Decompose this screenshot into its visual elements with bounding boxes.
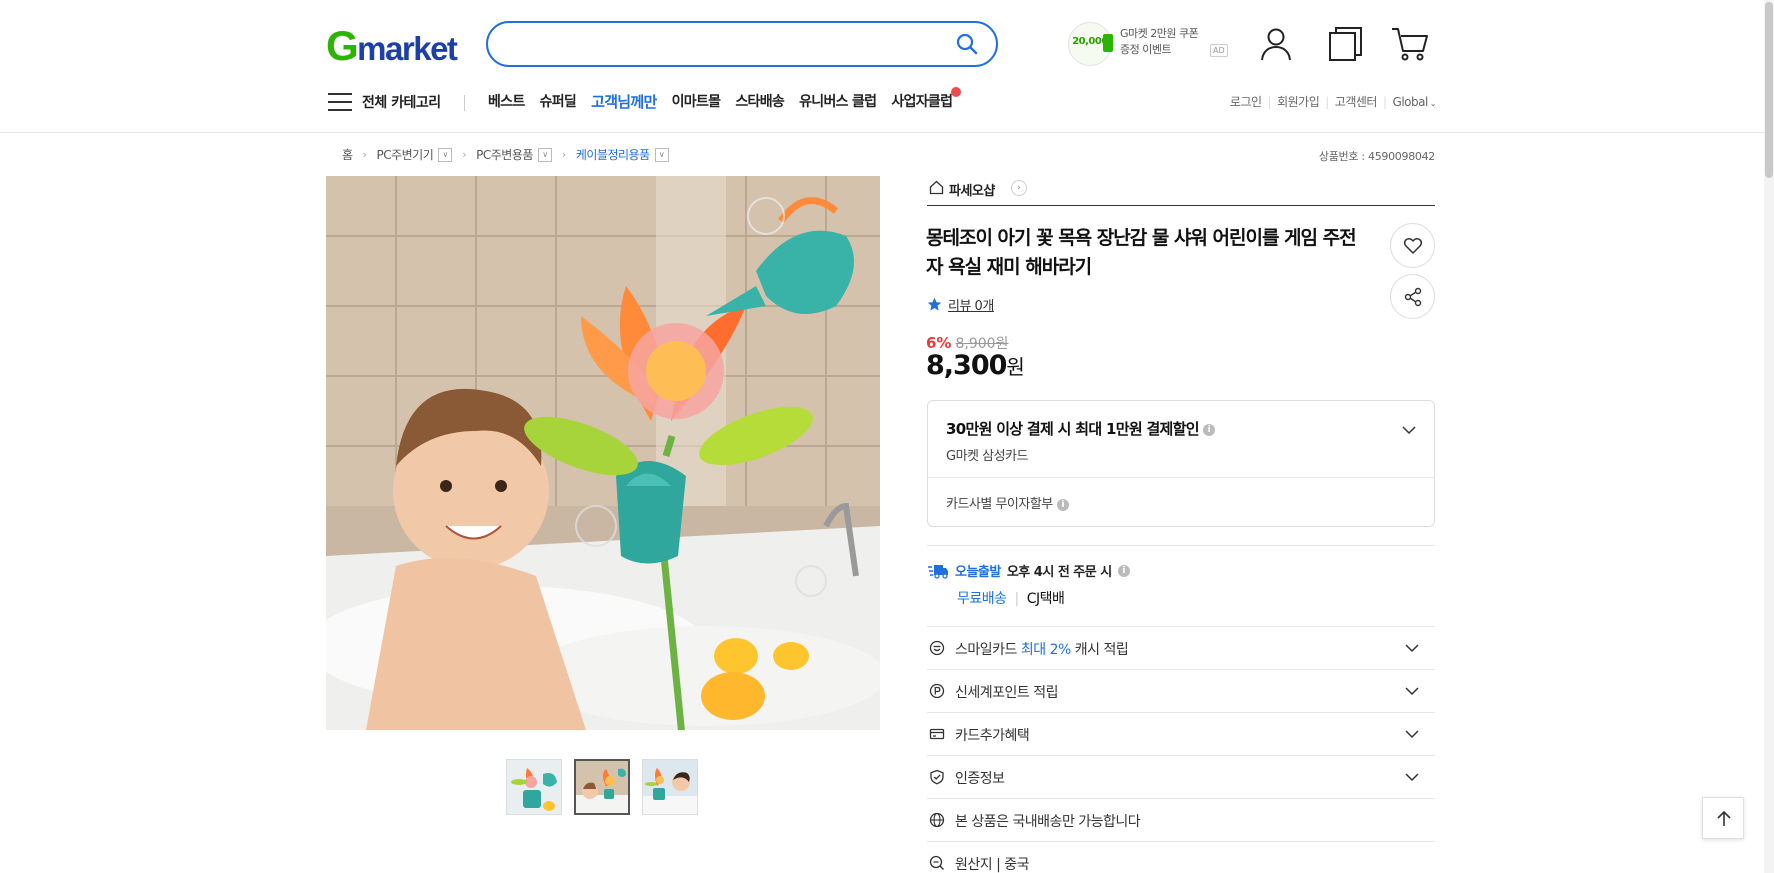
nav-item-star-delivery[interactable]: 스타배송: [735, 91, 784, 112]
smilecard-icon: [929, 640, 945, 656]
price-value: 8,300: [926, 350, 1007, 381]
card-offer-title[interactable]: 30만원 이상 결제 시 최대 1만원 결제할인 i: [946, 418, 1215, 439]
product-number: 상품번호 : 4590098042: [1318, 150, 1435, 163]
arrow-up-icon: [1717, 810, 1731, 826]
card-icon: [929, 728, 945, 740]
thumbnail-image[interactable]: [642, 759, 698, 815]
domestic-shipping-notice: 본 상품은 국내배송만 가능합니다: [927, 799, 1435, 842]
installment-info[interactable]: 카드사별 무이자할부 i: [946, 493, 1069, 512]
thumbnail-strip: [506, 759, 698, 815]
nav-item-superdeal[interactable]: 슈퍼딜: [540, 91, 577, 112]
truck-icon: [928, 564, 948, 579]
chevron-down-icon: [1405, 687, 1419, 696]
page-scrollbar[interactable]: [1764, 0, 1774, 873]
user-icon[interactable]: [1256, 24, 1296, 64]
shipping-deadline: 오후 4시 전 주문 시: [1006, 565, 1112, 580]
chevron-down-icon: [1405, 730, 1419, 739]
coupon-plus-icon: [1103, 34, 1113, 52]
chevron-right-icon: ›: [362, 148, 367, 161]
point-icon: [929, 683, 945, 699]
breadcrumb-home[interactable]: 홈: [342, 146, 353, 163]
login-link[interactable]: 로그인: [1230, 95, 1262, 109]
chevron-down-icon[interactable]: [1402, 423, 1416, 437]
breadcrumb-item[interactable]: PC주변용품: [476, 146, 533, 163]
origin-icon: [929, 855, 944, 870]
scrollbar-thumb[interactable]: [1765, 2, 1773, 178]
cart-icon[interactable]: [1390, 24, 1430, 64]
all-categories-button[interactable]: 전체 카테고리: [362, 92, 441, 112]
price-unit: 원: [1006, 355, 1025, 379]
shipping-info: 오늘출발 오후 4시 전 주문 시 i 무료배송 | CJ택배: [927, 561, 1435, 608]
new-badge-icon: [951, 87, 962, 97]
store-icon: [929, 180, 944, 195]
certification-icon: [930, 769, 944, 785]
review-link[interactable]: 리뷰 0개: [927, 295, 994, 314]
scroll-to-top-button[interactable]: [1702, 797, 1744, 839]
sale-price: 8,300원: [926, 350, 1025, 381]
origin-info: 원산지 | 중국: [927, 842, 1435, 873]
benefit-row-shinsegae-point[interactable]: 신세계포인트 적립: [927, 670, 1435, 713]
coupon-event-banner[interactable]: 20,000 G마켓 2만원 쿠폰 증정 이벤트 AD: [1068, 22, 1228, 66]
signup-link[interactable]: 회원가입: [1277, 95, 1320, 109]
chevron-down-icon[interactable]: ∨: [537, 147, 552, 162]
info-icon[interactable]: i: [1056, 498, 1069, 511]
review-count: 리뷰 0개: [948, 299, 994, 314]
gmarket-logo[interactable]: Gmarket: [326, 25, 458, 69]
nav-item-for-you[interactable]: 고객님께만: [591, 91, 657, 112]
wishlist-button[interactable]: [1390, 223, 1435, 268]
info-icon[interactable]: i: [1202, 423, 1215, 436]
divider: [928, 477, 1434, 478]
chevron-down-icon: ⌄: [1429, 99, 1437, 108]
chevron-right-icon: ›: [462, 148, 467, 161]
breadcrumb-current[interactable]: 케이블정리용품: [576, 146, 650, 163]
benefit-row-card-extra[interactable]: 카드추가혜택: [927, 713, 1435, 756]
benefit-row-certification[interactable]: 인증정보: [927, 756, 1435, 799]
benefit-row-smilecard[interactable]: 스마일카드 최대 2% 캐시 적립: [927, 627, 1435, 670]
divider: [927, 545, 1435, 546]
share-icon: [1404, 287, 1422, 307]
shop-link[interactable]: 파세오샵 ›: [927, 178, 1435, 206]
search-input[interactable]: [486, 21, 998, 67]
card-offer-card: G마켓 삼성카드: [946, 449, 1028, 464]
chevron-right-icon: ›: [561, 148, 566, 161]
ad-badge: AD: [1210, 44, 1228, 57]
coupon-line1: G마켓 2만원 쿠폰: [1120, 27, 1199, 40]
chevron-down-icon[interactable]: ∨: [438, 147, 453, 162]
breadcrumb: 홈 › PC주변기기 ∨ › PC주변용품 ∨ › 케이블정리용품 ∨: [342, 146, 669, 163]
hamburger-menu-icon[interactable]: [328, 93, 352, 111]
card-offer-box: 30만원 이상 결제 시 최대 1만원 결제할인 i G마켓 삼성카드 카드사별 …: [927, 400, 1435, 527]
product-title: 몽테조이 아기 꽃 목욕 장난감 물 샤워 어린이를 게임 주전자 욕실 재미 …: [926, 227, 1357, 278]
recent-items-icon[interactable]: [1326, 24, 1366, 64]
free-shipping: 무료배송: [957, 591, 1007, 607]
nav-item-emart[interactable]: 이마트몰: [672, 91, 721, 112]
chevron-down-icon[interactable]: ∨: [654, 147, 669, 162]
thumbnail-image[interactable]: [506, 759, 562, 815]
chevron-down-icon: [1405, 773, 1419, 782]
nav-item-best[interactable]: 베스트: [488, 91, 525, 112]
search-icon[interactable]: [956, 33, 978, 55]
today-shipping-label: 오늘출발: [955, 565, 1001, 580]
header-divider: [0, 132, 1774, 133]
nav-item-universe-club[interactable]: 유니버스 클럽: [799, 91, 877, 112]
star-icon: [927, 297, 942, 311]
divider: [464, 95, 465, 111]
nav-item-business-club[interactable]: 사업자클럽: [891, 87, 962, 112]
shop-name: 파세오샵: [949, 184, 995, 199]
breadcrumb-item[interactable]: PC주변기기: [376, 146, 433, 163]
product-main-image[interactable]: [326, 176, 880, 730]
heart-icon: [1403, 238, 1423, 254]
customer-center-link[interactable]: 고객센터: [1335, 95, 1378, 109]
coupon-line2: 증정 이벤트: [1120, 43, 1172, 56]
info-icon[interactable]: i: [1117, 564, 1130, 577]
chevron-down-icon: [1405, 644, 1419, 653]
util-menu: 로그인 | 회원가입 | 고객센터 | Global ⌄: [1229, 95, 1437, 109]
global-link[interactable]: Global: [1393, 95, 1429, 109]
share-button[interactable]: [1390, 274, 1435, 319]
courier-name: CJ택배: [1026, 591, 1065, 607]
thumbnail-image-selected[interactable]: [574, 759, 630, 815]
globe-icon: [929, 812, 945, 828]
nav-menu: 베스트 슈퍼딜 고객님께만 이마트몰 스타배송 유니버스 클럽 사업자클럽: [488, 87, 962, 112]
chevron-right-icon: ›: [1011, 180, 1027, 196]
